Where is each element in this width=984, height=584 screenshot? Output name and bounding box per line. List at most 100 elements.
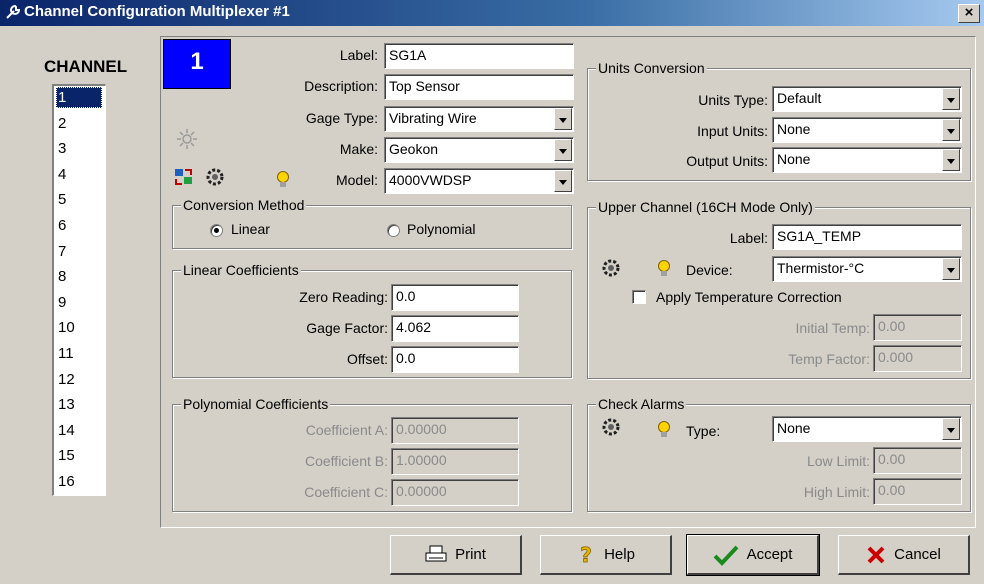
output-units-caption: Output Units: <box>686 153 768 169</box>
temp-factor-caption: Temp Factor: <box>788 351 870 367</box>
channel-number-badge: 1 <box>163 39 231 89</box>
gear-icon[interactable] <box>599 256 623 280</box>
channel-list-item[interactable]: 10 <box>56 317 102 338</box>
device-value: Thermistor-°C <box>777 260 865 276</box>
channel-list-item[interactable]: 13 <box>56 394 102 415</box>
accept-button[interactable]: Accept <box>686 534 820 576</box>
input-units-select[interactable]: None <box>772 117 962 143</box>
linear-coefficients-title: Linear Coefficients <box>181 262 301 278</box>
print-button[interactable]: Print <box>390 535 522 575</box>
help-label: Help <box>604 546 635 563</box>
checkmark-icon <box>713 545 739 566</box>
gear-icon[interactable] <box>203 165 227 189</box>
conversion-method-title: Conversion Method <box>181 197 307 213</box>
apply-temperature-label[interactable]: Apply Temperature Correction <box>656 289 842 305</box>
input-units-value: None <box>777 121 811 137</box>
gage-type-caption: Gage Type: <box>305 110 378 126</box>
offset-field[interactable]: 0.0 <box>391 346 519 373</box>
label-field[interactable]: SG1A <box>384 43 574 69</box>
channel-list-item[interactable]: 6 <box>56 215 102 236</box>
alarm-type-select[interactable]: None <box>772 416 962 442</box>
transfer-icon[interactable] <box>173 166 195 188</box>
chevron-down-icon[interactable] <box>554 170 572 192</box>
temp-factor-field[interactable]: 0.000 <box>873 345 962 372</box>
channel-list-item[interactable]: 15 <box>56 445 102 466</box>
output-units-select[interactable]: None <box>772 147 962 173</box>
chevron-down-icon[interactable] <box>942 418 960 440</box>
channel-list-item[interactable]: 5 <box>56 189 102 210</box>
zero-reading-field[interactable]: 0.0 <box>391 284 519 311</box>
units-type-select[interactable]: Default <box>772 86 962 112</box>
output-units-value: None <box>777 151 811 167</box>
gear-icon[interactable] <box>599 415 623 439</box>
channel-list-item[interactable]: 12 <box>56 369 102 390</box>
cancel-label: Cancel <box>894 546 941 563</box>
make-caption: Make: <box>339 141 378 157</box>
chevron-down-icon[interactable] <box>942 119 960 141</box>
svg-text:?: ? <box>580 544 592 566</box>
coefficient-b-caption: Coefficient B: <box>304 453 388 469</box>
coefficient-c-caption: Coefficient C: <box>304 484 388 500</box>
units-type-caption: Units Type: <box>698 92 768 108</box>
high-limit-field[interactable]: 0.00 <box>873 478 962 505</box>
lightbulb-icon[interactable] <box>274 170 292 190</box>
polynomial-radio[interactable] <box>387 224 400 237</box>
channel-list-item[interactable]: 14 <box>56 420 102 441</box>
upper-channel-title: Upper Channel (16CH Mode Only) <box>596 199 815 215</box>
make-select[interactable]: Geokon <box>384 137 574 163</box>
channel-list-item[interactable]: 2 <box>56 113 102 134</box>
chevron-down-icon[interactable] <box>554 108 572 130</box>
description-caption: Description: <box>304 78 378 94</box>
chevron-down-icon[interactable] <box>942 149 960 171</box>
channel-list-item[interactable]: 7 <box>56 241 102 262</box>
channel-list-item[interactable]: 1 <box>56 87 102 108</box>
channel-list-item[interactable]: 4 <box>56 164 102 185</box>
model-caption: Model: <box>335 172 378 188</box>
offset-caption: Offset: <box>347 351 388 367</box>
coefficient-a-field[interactable]: 0.00000 <box>391 417 519 444</box>
model-select[interactable]: 4000VWDSP <box>384 168 574 194</box>
low-limit-field[interactable]: 0.00 <box>873 447 962 474</box>
polynomial-label[interactable]: Polynomial <box>407 221 475 237</box>
linear-label[interactable]: Linear <box>231 221 270 237</box>
channel-list-item[interactable]: 3 <box>56 138 102 159</box>
wrench-icon <box>6 4 21 19</box>
device-caption: Device: <box>686 262 733 278</box>
model-value: 4000VWDSP <box>389 172 472 188</box>
window-title: Channel Configuration Multiplexer #1 <box>24 3 290 20</box>
gage-factor-caption: Gage Factor: <box>306 320 388 336</box>
apply-temperature-checkbox[interactable] <box>632 290 646 304</box>
coefficient-c-field[interactable]: 0.00000 <box>391 479 519 506</box>
channel-list-item[interactable]: 16 <box>56 471 102 492</box>
accept-label: Accept <box>746 546 793 563</box>
lightbulb-icon[interactable] <box>655 420 673 440</box>
linear-radio[interactable] <box>210 224 223 237</box>
coefficient-a-caption: Coefficient A: <box>305 422 388 438</box>
help-button[interactable]: ? Help <box>540 535 672 575</box>
close-button[interactable]: × <box>958 4 980 23</box>
chevron-down-icon[interactable] <box>942 258 960 280</box>
zero-reading-caption: Zero Reading: <box>299 289 388 305</box>
coefficient-b-field[interactable]: 1.00000 <box>391 448 519 475</box>
input-units-caption: Input Units: <box>697 123 768 139</box>
chevron-down-icon[interactable] <box>554 139 572 161</box>
chevron-down-icon[interactable] <box>942 88 960 110</box>
upper-label-caption: Label: <box>729 230 768 246</box>
channel-list-item[interactable]: 9 <box>56 292 102 313</box>
channel-list[interactable]: 1 2 3 4 5 6 7 8 9 10 11 12 13 14 15 16 <box>52 84 106 496</box>
device-select[interactable]: Thermistor-°C <box>772 256 962 282</box>
channel-number: 1 <box>190 48 204 75</box>
print-label: Print <box>455 546 486 563</box>
lightbulb-icon[interactable] <box>655 259 673 279</box>
channel-list-item[interactable]: 11 <box>56 343 102 364</box>
upper-label-field[interactable]: SG1A_TEMP <box>772 224 962 250</box>
gage-type-select[interactable]: Vibrating Wire <box>384 106 574 132</box>
low-limit-caption: Low Limit: <box>806 453 870 469</box>
description-field[interactable]: Top Sensor <box>384 74 574 100</box>
channel-list-item[interactable]: 8 <box>56 266 102 287</box>
initial-temp-field[interactable]: 0.00 <box>873 314 962 341</box>
cancel-button[interactable]: Cancel <box>838 535 970 575</box>
gage-factor-field[interactable]: 4.062 <box>391 315 519 342</box>
printer-icon <box>425 545 447 561</box>
label-caption: Label: <box>339 47 378 63</box>
